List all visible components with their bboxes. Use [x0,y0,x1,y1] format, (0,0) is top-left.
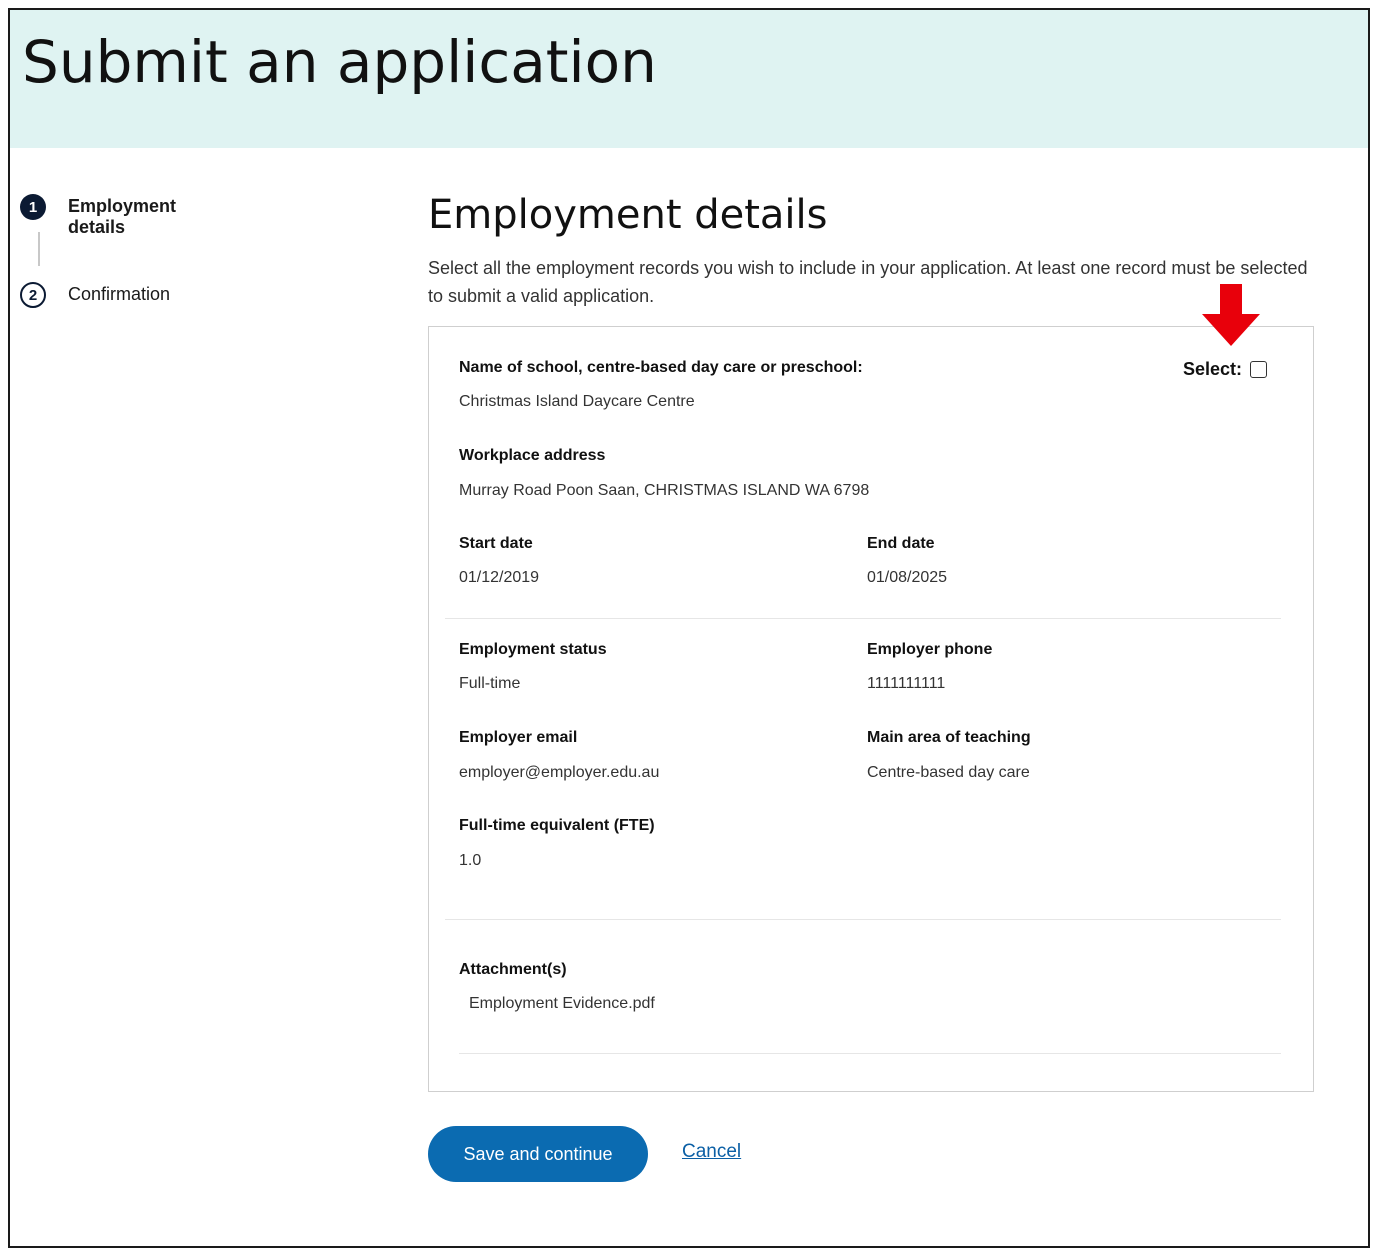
address-value: Murray Road Poon Saan, CHRISTMAS ISLAND … [459,482,870,499]
start-date-label: Start date [459,535,533,552]
employment-record-card: Select: Name of school, centre-based day… [428,326,1314,1092]
status-value: Full-time [459,675,521,692]
record-select[interactable]: Select: [1183,359,1268,380]
page-banner: Submit an application [10,10,1368,148]
page-frame: Submit an application 1 Employment detai… [8,8,1370,1248]
status-label: Employment status [459,641,607,658]
section-divider [445,919,1281,920]
section-title: Employment details [428,192,828,238]
step-1-label: Employment details [68,196,177,237]
phone-label: Employer phone [867,641,993,658]
phone-value: 1111111111 [867,675,946,692]
cancel-link[interactable]: Cancel [682,1141,741,1163]
start-date-value: 01/12/2019 [459,569,540,586]
step-2-label: Confirmation [68,284,171,304]
section-divider [445,618,1281,619]
fte-value: 1.0 [459,852,482,869]
teaching-label: Main area of teaching [867,729,1031,746]
step-1-number: 1 [20,194,46,220]
down-arrow-icon [1202,284,1260,346]
end-date-value: 01/08/2025 [867,569,948,586]
school-value: Christmas Island Daycare Centre [459,393,695,410]
step-connector [38,232,40,266]
end-date-label: End date [867,535,935,552]
section-intro: Select all the employment records you wi… [428,258,1308,306]
fte-label: Full-time equivalent (FTE) [459,817,655,834]
save-and-continue-button[interactable]: Save and continue [428,1126,648,1182]
school-label: Name of school, centre-based day care or… [459,359,863,376]
attachment-link[interactable]: Employment Evidence.pdf [469,995,655,1013]
email-label: Employer email [459,729,578,746]
page-title: Submit an application [22,28,657,96]
email-value: employer@employer.edu.au [459,764,660,781]
teaching-value: Centre-based day care [867,764,1030,781]
step-2-number: 2 [20,282,46,308]
attachments-label: Attachment(s) [459,961,567,978]
select-label: Select: [1183,359,1243,379]
select-checkbox[interactable] [1250,361,1268,378]
section-divider [459,1053,1281,1054]
address-label: Workplace address [459,447,606,464]
